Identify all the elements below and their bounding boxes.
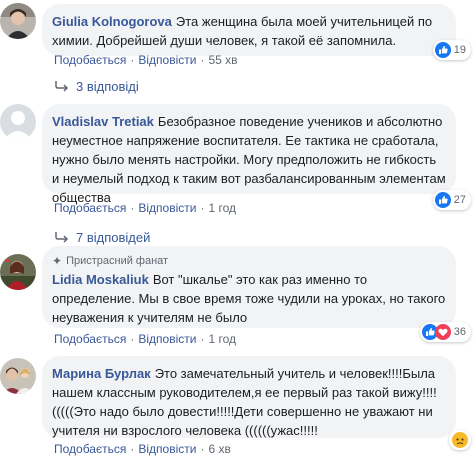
love-icon [434, 324, 451, 340]
like-link[interactable]: Подобається [54, 332, 126, 346]
reactions-summary[interactable]: 36 [419, 322, 471, 342]
author-name[interactable]: Марина Бурлак [52, 366, 151, 381]
avatar[interactable] [0, 254, 36, 290]
reaction-count: 19 [453, 44, 466, 56]
reactions-summary[interactable]: 27 [432, 190, 471, 210]
reply-link[interactable]: Відповісти [138, 53, 196, 67]
reply-link[interactable]: Відповісти [138, 332, 196, 346]
reactions-summary[interactable] [449, 430, 471, 450]
avatar[interactable] [0, 3, 36, 39]
reply-arrow-icon [54, 231, 70, 243]
replies-count[interactable]: 3 відповіді [76, 79, 139, 94]
comment-actions: Подобається · Відповісти · 55 хв [54, 53, 238, 67]
replies-count[interactable]: 7 відповідей [76, 230, 150, 245]
badge-label: Пристрасний фанат [66, 255, 169, 267]
timestamp[interactable]: 1 год [208, 201, 236, 215]
avatar[interactable] [0, 104, 36, 140]
sad-icon [452, 432, 468, 448]
view-replies-link[interactable]: 7 відповідей [54, 228, 150, 246]
star-badge-icon: ✦ [52, 254, 63, 268]
view-replies-link[interactable]: 3 відповіді [54, 77, 139, 95]
comment-actions: Подобається · Відповісти · 1 год [54, 201, 236, 215]
comment-bubble: Vladislav Tretiak Безобразное поведение у… [42, 104, 456, 205]
comment-actions: Подобається · Відповісти · 1 год [54, 332, 236, 346]
comment-bubble: Марина Бурлак Это замечательный учитель и… [42, 356, 456, 438]
timestamp[interactable]: 1 год [208, 332, 236, 346]
timestamp[interactable]: 6 хв [208, 442, 230, 456]
top-fan-badge: ✦ Пристрасний фанат [52, 254, 446, 269]
avatar[interactable] [0, 358, 36, 394]
comment-actions: Подобається · Відповісти · 6 хв [54, 442, 231, 456]
author-name[interactable]: Lidia Moskaliuk [52, 272, 149, 287]
reply-arrow-icon [54, 80, 70, 92]
comment-bubble: ✦ Пристрасний фанат Lidia Moskaliuk Вот "… [42, 246, 456, 328]
reaction-count: 27 [453, 194, 466, 206]
author-name[interactable]: Vladislav Tretiak [52, 114, 154, 129]
like-link[interactable]: Подобається [54, 53, 126, 67]
like-icon [434, 42, 451, 58]
reply-link[interactable]: Відповісти [138, 442, 196, 456]
reaction-count: 36 [453, 326, 466, 338]
like-link[interactable]: Подобається [54, 442, 126, 456]
timestamp[interactable]: 55 хв [208, 53, 237, 67]
reply-link[interactable]: Відповісти [138, 201, 196, 215]
like-link[interactable]: Подобається [54, 201, 126, 215]
like-icon [434, 192, 451, 208]
comment-bubble: Giulia Kolnogorova Эта женщина была моей … [42, 4, 456, 56]
reactions-summary[interactable]: 19 [432, 40, 471, 60]
author-name[interactable]: Giulia Kolnogorova [52, 14, 172, 29]
